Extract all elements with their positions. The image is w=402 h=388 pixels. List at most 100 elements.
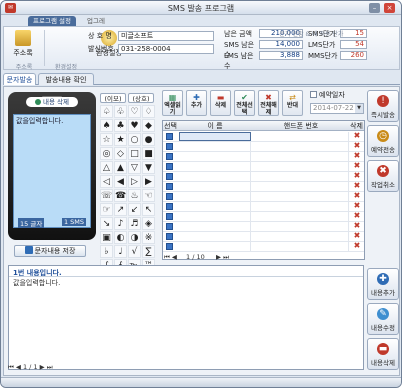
row-delete-icon[interactable]: ✖ <box>353 192 361 200</box>
row-delete-icon[interactable]: ✖ <box>353 242 361 250</box>
row-delete-icon[interactable]: ✖ <box>353 152 361 160</box>
phone-cell[interactable] <box>253 232 349 241</box>
table-row[interactable]: ✖ <box>163 242 364 252</box>
row-delete-icon[interactable]: ✖ <box>353 132 361 140</box>
table-row[interactable]: ✖ <box>163 152 364 162</box>
symbol-item[interactable]: ◁ <box>100 175 113 188</box>
row-checkbox[interactable] <box>166 143 173 150</box>
symbol-item[interactable]: □ <box>128 147 141 160</box>
delete-content-button[interactable]: ▬ 내용삭제 <box>367 338 399 370</box>
row-delete-icon[interactable]: ✖ <box>353 202 361 210</box>
table-row[interactable]: ✖ <box>163 132 364 142</box>
phone-cell[interactable] <box>253 242 349 251</box>
symbol-item[interactable]: ☎ <box>114 189 127 202</box>
symbol-item[interactable]: ♧ <box>114 105 127 118</box>
name-cell[interactable] <box>179 152 251 161</box>
symbol-item[interactable]: ▶ <box>142 175 155 188</box>
tab-send-message[interactable]: 문자발송 <box>3 73 36 85</box>
phone-cell[interactable] <box>253 152 349 161</box>
row-checkbox[interactable] <box>166 153 173 160</box>
name-cell[interactable] <box>179 212 251 221</box>
reserve-send-button[interactable]: ◷ 예약전송 <box>367 125 399 157</box>
table-row[interactable]: ✖ <box>163 202 364 212</box>
symbol-item[interactable]: ▷ <box>128 175 141 188</box>
deselect-all-button[interactable]: ✖ 전체해제 <box>258 90 279 116</box>
symbol-item[interactable]: ◈ <box>142 217 155 230</box>
phone-cell[interactable] <box>253 202 349 211</box>
table-row[interactable]: ✖ <box>163 172 364 182</box>
symbol-item[interactable]: ◑ <box>128 231 141 244</box>
symbol-item[interactable]: ♢ <box>142 105 155 118</box>
name-cell[interactable] <box>179 222 251 231</box>
row-checkbox[interactable] <box>166 163 173 170</box>
invert-button[interactable]: ⇄ 반대 <box>282 90 303 116</box>
symbol-item[interactable]: ↗ <box>114 203 127 216</box>
row-checkbox[interactable] <box>166 173 173 180</box>
symbol-item[interactable]: ▣ <box>100 231 113 244</box>
row-checkbox[interactable] <box>166 133 173 140</box>
row-delete-icon[interactable]: ✖ <box>353 142 361 150</box>
symbol-item[interactable]: ☏ <box>100 189 113 202</box>
symbol-item[interactable]: ☞ <box>100 203 113 216</box>
symbol-item[interactable]: ▲ <box>114 161 127 174</box>
table-row[interactable]: ✖ <box>163 212 364 222</box>
symbol-item[interactable]: ♩ <box>114 245 127 258</box>
reserve-date-field[interactable]: 2014-07-22 ▼ <box>310 103 364 114</box>
row-delete-icon[interactable]: ✖ <box>353 162 361 170</box>
table-row[interactable]: ✖ <box>163 192 364 202</box>
msg-prev-icon[interactable]: ⏮ ◀ <box>8 363 23 371</box>
row-checkbox[interactable] <box>166 183 173 190</box>
phone-cell[interactable] <box>253 162 349 171</box>
symbol-item[interactable]: ↖ <box>142 203 155 216</box>
edit-content-button[interactable]: ✎ 내용수정 <box>367 303 399 335</box>
row-delete-icon[interactable]: ✖ <box>353 222 361 230</box>
send-now-button[interactable]: ! 즉시발송 <box>367 90 399 122</box>
row-checkbox[interactable] <box>166 233 173 240</box>
row-delete-icon[interactable]: ✖ <box>353 182 361 190</box>
symbol-item[interactable]: ★ <box>114 133 127 146</box>
symbol-item[interactable]: ♠ <box>100 119 113 132</box>
symbol-item[interactable]: √ <box>128 245 141 258</box>
symbol-item[interactable]: ♬ <box>128 217 141 230</box>
delete-button[interactable]: ▬ 삭제 <box>210 90 231 116</box>
phone-cell[interactable] <box>253 212 349 221</box>
table-row[interactable]: ✖ <box>163 162 364 172</box>
symbol-item[interactable]: ♤ <box>100 105 113 118</box>
table-row[interactable]: ✖ <box>163 232 364 242</box>
row-delete-icon[interactable]: ✖ <box>353 232 361 240</box>
reserve-date-checkbox[interactable]: 예약일자 <box>310 90 370 100</box>
name-cell[interactable] <box>179 142 251 151</box>
symbol-item[interactable]: ↙ <box>128 203 141 216</box>
phone-cell[interactable] <box>253 192 349 201</box>
symbol-item[interactable]: ○ <box>128 133 141 146</box>
cancel-job-button[interactable]: ✖ 작업취소 <box>367 160 399 192</box>
tab-check-sent[interactable]: 발송내용 확인 <box>38 73 94 85</box>
symbol-item[interactable]: ◆ <box>142 119 155 132</box>
symbol-item[interactable]: ● <box>142 133 155 146</box>
row-checkbox[interactable] <box>166 203 173 210</box>
address-book-button[interactable]: 주소록 <box>8 30 38 60</box>
symbol-item[interactable]: ▽ <box>128 161 141 174</box>
name-cell[interactable] <box>179 132 251 141</box>
symbol-item[interactable]: ◀ <box>114 175 127 188</box>
symbol-item[interactable]: ♪ <box>114 217 127 230</box>
select-all-button[interactable]: ✔ 전체선택 <box>234 90 255 116</box>
close-button[interactable]: × <box>384 3 395 13</box>
tab-program-settings[interactable]: 프로그램 설정 <box>28 16 76 26</box>
table-row[interactable]: ✖ <box>163 142 364 152</box>
row-delete-icon[interactable]: ✖ <box>353 172 361 180</box>
symbol-item[interactable]: ♥ <box>128 119 141 132</box>
name-cell[interactable] <box>179 242 251 251</box>
symbol-item[interactable]: ◎ <box>100 147 113 160</box>
pager-next-icon[interactable]: ▶ ⏭ <box>216 253 229 261</box>
symbol-item[interactable]: ※ <box>142 231 155 244</box>
symbol-item[interactable]: ↘ <box>100 217 113 230</box>
phone-cell[interactable] <box>253 132 349 141</box>
name-cell[interactable] <box>179 202 251 211</box>
name-cell[interactable] <box>179 172 251 181</box>
symbol-item[interactable]: ◇ <box>114 147 127 160</box>
tab-emoticon[interactable]: (이모) <box>100 93 126 103</box>
symbol-item[interactable]: ☆ <box>100 133 113 146</box>
tab-shop[interactable]: (상호) <box>128 93 154 103</box>
excel-read-button[interactable]: ▦ 엑셀읽기 <box>162 90 183 116</box>
